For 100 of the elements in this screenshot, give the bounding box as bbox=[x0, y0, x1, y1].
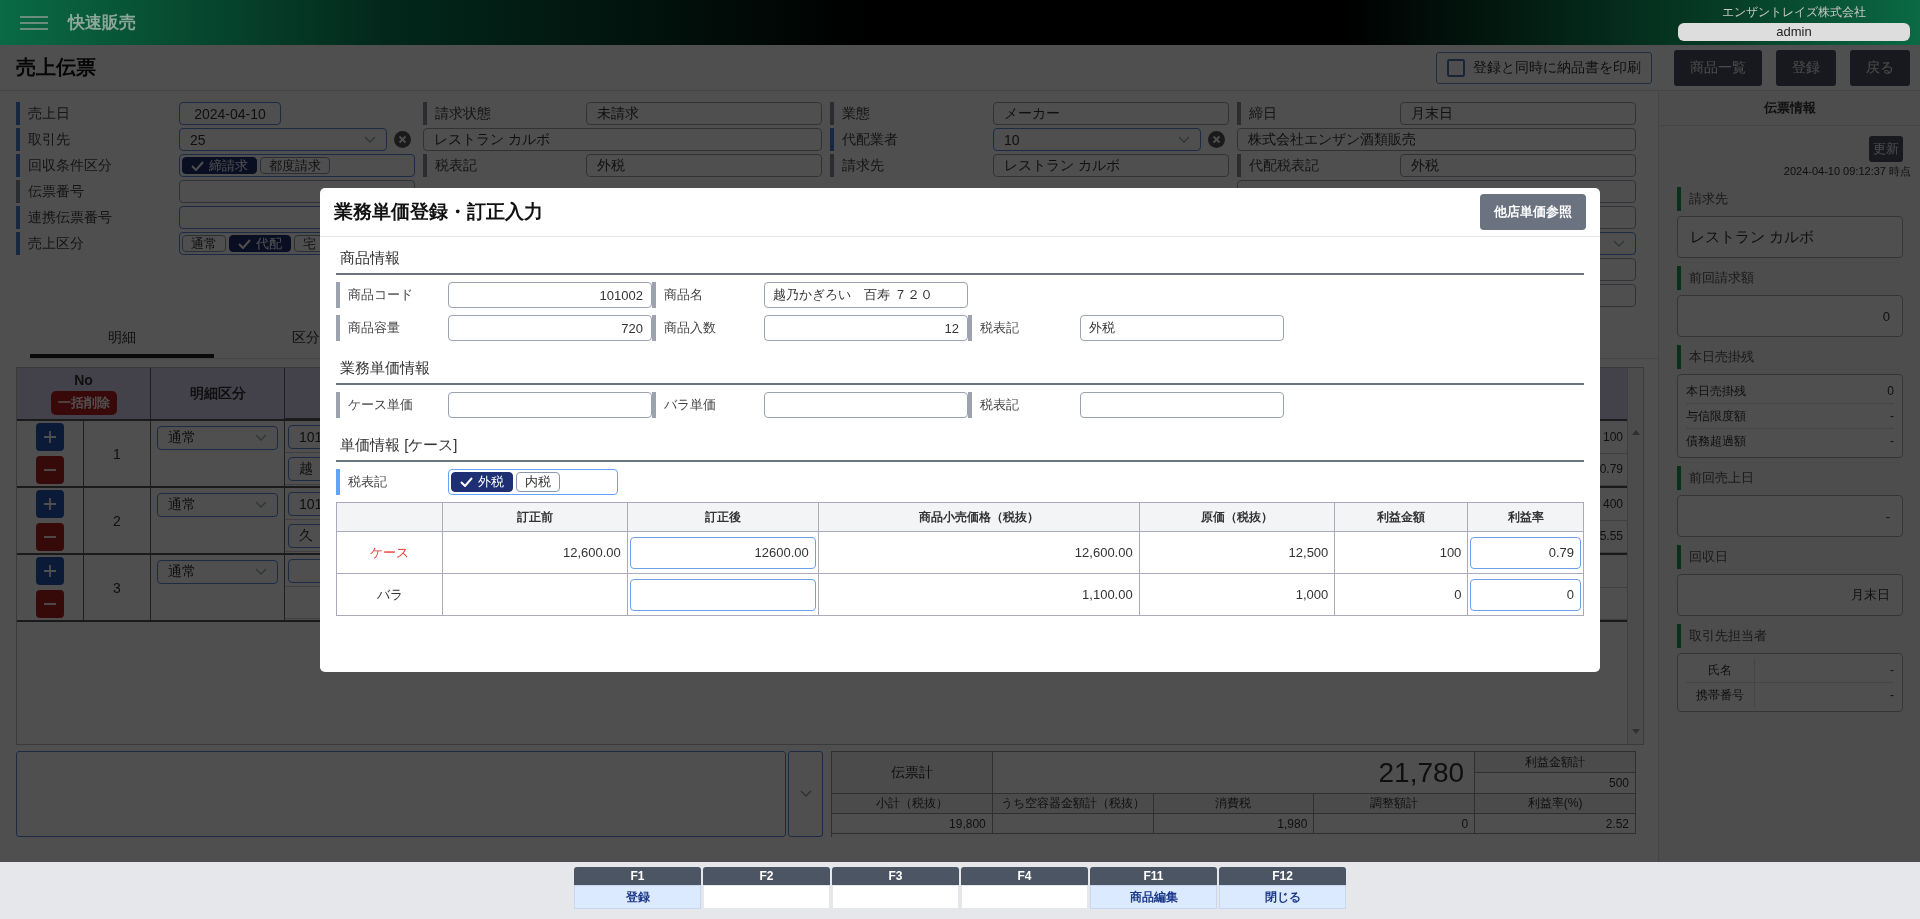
remove-row-button[interactable] bbox=[36, 523, 64, 551]
scroll-down-icon[interactable] bbox=[1631, 729, 1640, 734]
info-field: レストラン カルボ bbox=[1677, 216, 1903, 258]
check-icon bbox=[191, 160, 204, 171]
scrollbar[interactable] bbox=[1627, 368, 1643, 744]
select-field[interactable]: 10 bbox=[993, 128, 1201, 151]
column-header: 訂正後 bbox=[627, 502, 819, 532]
info-label: 債務超過額 bbox=[1686, 432, 1746, 450]
add-row-button[interactable] bbox=[36, 557, 64, 585]
row-label: ケース bbox=[336, 531, 443, 574]
function-key-button[interactable] bbox=[832, 885, 959, 909]
check-icon bbox=[238, 238, 251, 249]
function-key-button[interactable] bbox=[961, 885, 1088, 909]
field-label: 税表記 bbox=[968, 315, 1078, 341]
input-field[interactable]: 越乃かぎろい 百寿 ７２０ bbox=[764, 282, 968, 308]
remove-row-button[interactable] bbox=[36, 456, 64, 484]
toggle-option[interactable]: 内税 bbox=[516, 472, 560, 492]
checkbox-label: 登録と同時に納品書を印刷 bbox=[1473, 58, 1641, 77]
input-field[interactable]: 0.79 bbox=[1470, 536, 1581, 569]
input-field[interactable]: レストラン カルボ bbox=[993, 154, 1229, 177]
info-label: 携帯番号 bbox=[1686, 683, 1755, 707]
reference-button[interactable]: 他店単価参照 bbox=[1480, 194, 1586, 230]
page-title: 売上伝票 bbox=[16, 55, 96, 80]
function-key-button[interactable]: 商品編集 bbox=[1090, 885, 1217, 909]
function-key-button[interactable]: 閉じる bbox=[1219, 885, 1346, 909]
input-field[interactable] bbox=[1080, 392, 1284, 418]
dropdown-button[interactable] bbox=[788, 751, 823, 837]
company-name: エンザントレイズ株式会社 bbox=[1722, 4, 1866, 21]
input-field[interactable]: 720 bbox=[448, 315, 652, 341]
input-field[interactable]: 株式会社エンザン酒類販売 bbox=[1237, 128, 1636, 151]
function-key-label: F11 bbox=[1090, 867, 1217, 885]
input-field[interactable]: 0 bbox=[1470, 578, 1581, 611]
function-key-button[interactable] bbox=[703, 885, 830, 909]
toggle-option[interactable]: 代配 bbox=[229, 235, 291, 252]
clear-icon[interactable] bbox=[1208, 131, 1225, 148]
total-amount: 21,780 bbox=[1378, 756, 1465, 789]
input-field[interactable] bbox=[629, 578, 816, 611]
add-row-button[interactable] bbox=[36, 423, 64, 451]
input-field[interactable]: 外税 bbox=[586, 154, 822, 177]
input-field[interactable]: 外税 bbox=[1080, 315, 1284, 341]
print-option[interactable]: 登録と同時に納品書を印刷 bbox=[1436, 51, 1652, 84]
menu-icon[interactable] bbox=[20, 15, 48, 30]
chevron-icon bbox=[255, 434, 267, 442]
clear-icon[interactable] bbox=[394, 131, 411, 148]
section-title: 商品情報 bbox=[336, 243, 1584, 275]
table-cell: 400 bbox=[1602, 496, 1623, 511]
table-cell: 0.79 bbox=[1599, 462, 1623, 477]
table-cell: 100 bbox=[1602, 429, 1623, 444]
column-header: 訂正前 bbox=[442, 502, 628, 532]
chevron-icon bbox=[255, 501, 267, 509]
row-number: 1 bbox=[113, 445, 121, 462]
user-badge[interactable]: admin bbox=[1678, 23, 1910, 41]
info-value: - bbox=[1890, 409, 1894, 423]
toggle-option[interactable]: 都度請求 bbox=[260, 157, 330, 174]
select-field[interactable]: 通常 bbox=[157, 493, 278, 517]
input-field[interactable]: 外税 bbox=[1400, 154, 1636, 177]
input-field[interactable] bbox=[764, 392, 968, 418]
function-key-label: F2 bbox=[703, 867, 830, 885]
column-header: 利益率(%) bbox=[1527, 795, 1583, 812]
table-cell: 12,500 bbox=[1139, 531, 1335, 574]
toggle-option[interactable]: 外税 bbox=[451, 472, 513, 492]
dialog-title: 業務単価登録・訂正入力 bbox=[334, 200, 543, 224]
checkbox[interactable] bbox=[1447, 58, 1465, 77]
input-field[interactable]: メーカー bbox=[993, 102, 1229, 125]
memo-field[interactable] bbox=[16, 751, 786, 837]
remove-row-button[interactable] bbox=[36, 590, 64, 618]
input-field[interactable]: 12 bbox=[764, 315, 968, 341]
select-field[interactable]: 通常 bbox=[157, 560, 278, 584]
row-number: 2 bbox=[113, 512, 121, 529]
function-key-button[interactable]: 登録 bbox=[574, 885, 701, 909]
input-field[interactable]: 未請求 bbox=[586, 102, 822, 125]
info-field: - bbox=[1677, 495, 1903, 537]
tab[interactable]: 明細 bbox=[30, 323, 214, 358]
input-field[interactable]: レストラン カルボ bbox=[423, 128, 822, 151]
field-label: ケース単価 bbox=[336, 392, 446, 418]
chevron-icon bbox=[255, 568, 267, 576]
table-cell: 12,600.00 bbox=[442, 531, 628, 574]
input-field[interactable]: 月末日 bbox=[1400, 102, 1636, 125]
info-value: 0 bbox=[1887, 384, 1894, 398]
column-header: 明細区分 bbox=[189, 384, 246, 403]
input-field[interactable]: 2024-04-10 bbox=[179, 102, 281, 125]
table-cell: 19,800 bbox=[832, 814, 993, 834]
input-field[interactable] bbox=[448, 392, 652, 418]
select-field[interactable]: 通常 bbox=[157, 426, 278, 450]
section-title: 単価情報 [ケース] bbox=[336, 430, 1584, 462]
toggle-option[interactable]: 通常 bbox=[182, 235, 226, 252]
row-number: 3 bbox=[113, 579, 121, 596]
input-field[interactable]: 101002 bbox=[448, 282, 652, 308]
field-label: 業態 bbox=[830, 102, 988, 125]
table-cell: 0 bbox=[1334, 573, 1468, 616]
chevron-icon bbox=[1178, 135, 1190, 144]
select-field[interactable]: 25 bbox=[179, 128, 387, 151]
info-value: - bbox=[1890, 434, 1894, 448]
table-cell: 12,600.00 bbox=[818, 531, 1140, 574]
plus-icon bbox=[44, 431, 56, 443]
info-label: 与信限度額 bbox=[1686, 407, 1746, 425]
field-label: 商品コード bbox=[336, 282, 446, 308]
scroll-up-icon[interactable] bbox=[1631, 430, 1640, 435]
add-row-button[interactable] bbox=[36, 490, 64, 518]
input-field[interactable]: 12600.00 bbox=[629, 536, 816, 569]
